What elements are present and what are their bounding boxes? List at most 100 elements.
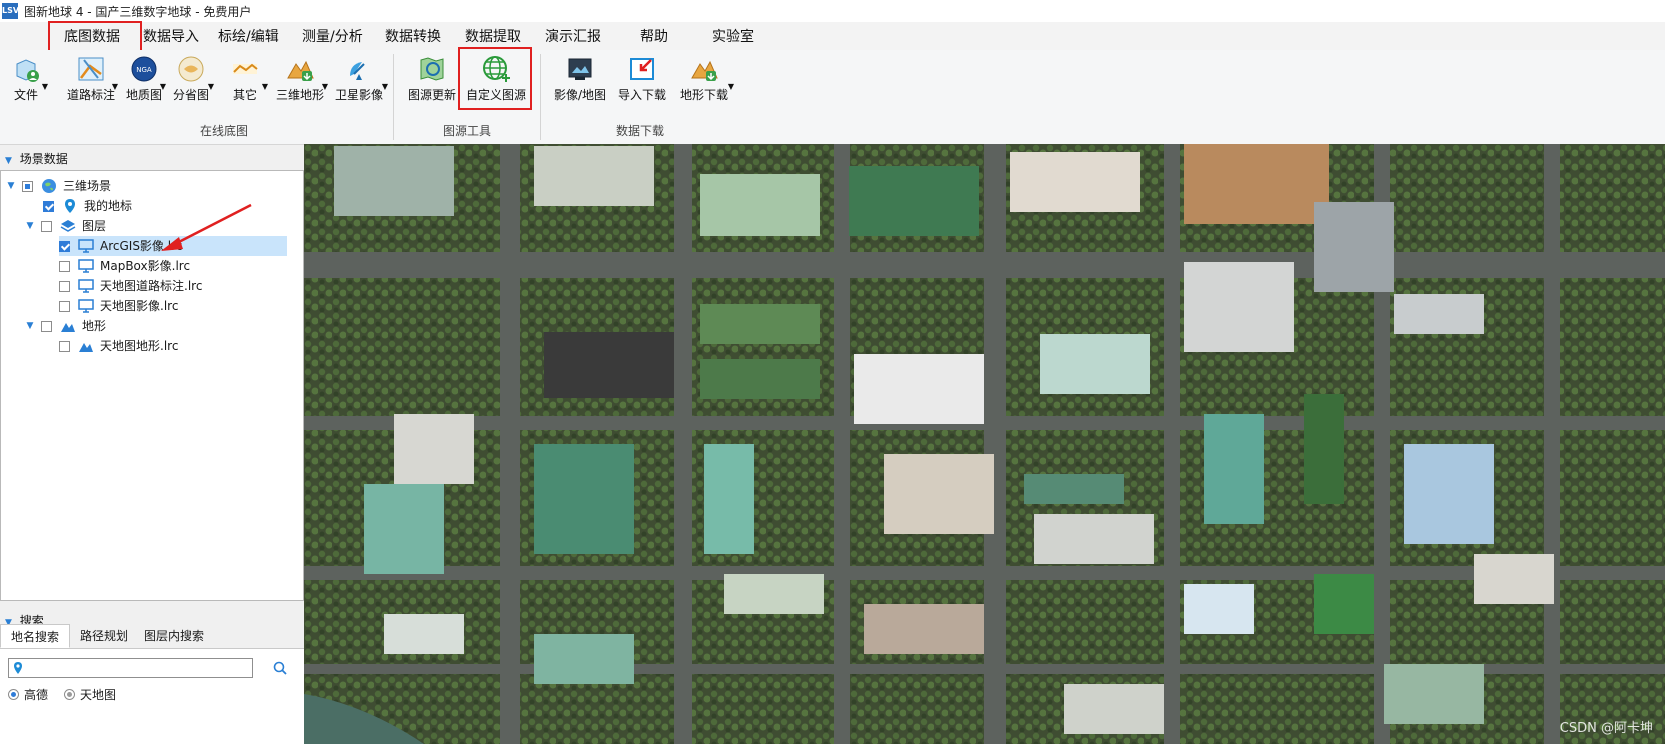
tree-label: 三维场景 bbox=[63, 179, 112, 193]
tree-item-terrain[interactable]: 天地图地形.lrc bbox=[59, 336, 178, 356]
provider-radio-gaode[interactable]: 高德 bbox=[8, 686, 48, 703]
custom-source-button[interactable]: 自定义图源 bbox=[464, 52, 528, 107]
satellite-icon bbox=[350, 62, 365, 80]
group-label-online-basemap: 在线底图 bbox=[200, 124, 249, 138]
tree-item-scene-root[interactable]: ▼ 三维场景 bbox=[6, 176, 111, 196]
terrain-3d-label: 三维地形 bbox=[275, 88, 324, 102]
menu-basemap-data[interactable]: 底图数据 bbox=[64, 26, 120, 48]
search-input[interactable] bbox=[8, 658, 253, 678]
tree-item-layers-group[interactable]: ▼ 图层 bbox=[25, 216, 106, 236]
map-viewport[interactable]: CSDN @阿卡坤 bbox=[304, 144, 1665, 744]
terrain-download-button[interactable]: 地形下载 ▼ bbox=[676, 52, 734, 107]
ribbon-toolbar: 文件 ▼ 道路标注 ▼ NGA 地质图 ▼ 分省图 ▼ 其它 ▼ 三维地形 ▼ … bbox=[0, 50, 1665, 145]
search-tabs: 地名搜索 路径规划 图层内搜索 bbox=[0, 624, 304, 649]
expand-icon[interactable]: ▼ bbox=[25, 316, 35, 336]
tree-label: 天地图地形.lrc bbox=[100, 339, 179, 353]
menu-help[interactable]: 帮助 bbox=[640, 26, 668, 48]
other-map-label: 其它 bbox=[232, 88, 257, 102]
menu-data-convert[interactable]: 数据转换 bbox=[385, 26, 441, 48]
tab-place-search[interactable]: 地名搜索 bbox=[0, 624, 71, 648]
geology-map-label: 地质图 bbox=[125, 88, 162, 102]
checkbox[interactable] bbox=[59, 300, 70, 312]
import-download-icon bbox=[630, 58, 654, 80]
globe-icon bbox=[42, 179, 56, 193]
map-refresh-button[interactable]: 图源更新 bbox=[406, 52, 458, 107]
checkbox[interactable] bbox=[59, 340, 70, 352]
image-map-label: 影像/地图 bbox=[553, 88, 607, 102]
expand-icon[interactable]: ▼ bbox=[25, 216, 35, 236]
road-annotation-label: 道路标注 bbox=[66, 88, 115, 102]
other-map-icon bbox=[233, 63, 258, 74]
collapse-icon: ▼ bbox=[5, 156, 12, 166]
tree-label: 天地图影像.lrc bbox=[100, 299, 179, 313]
tree-label: 天地图道路标注.lrc bbox=[100, 279, 203, 293]
checkbox[interactable] bbox=[59, 240, 70, 252]
tree-item-my-places[interactable]: 我的地标 bbox=[43, 196, 132, 216]
checkbox[interactable] bbox=[59, 260, 70, 272]
radio-button[interactable] bbox=[8, 689, 19, 700]
chevron-down-icon: ▼ bbox=[111, 82, 118, 91]
tab-route-planning[interactable]: 路径规划 bbox=[70, 624, 138, 648]
terrain-3d-button[interactable]: 三维地形 ▼ bbox=[274, 52, 328, 107]
provider-radio-tianditu[interactable]: 天地图 bbox=[64, 686, 116, 703]
scene-tree: ▼ 三维场景 我的地标 ▼ 图层 ArcGIS影像.lrc MapBox影像.l… bbox=[0, 170, 304, 601]
checkbox[interactable] bbox=[59, 280, 70, 292]
satellite-button[interactable]: 卫星影像 ▼ bbox=[332, 52, 388, 107]
tree-label: 我的地标 bbox=[84, 199, 133, 213]
scene-panel-header[interactable]: ▼ 场景数据 bbox=[5, 150, 68, 167]
search-icon[interactable] bbox=[273, 661, 287, 675]
custom-source-label: 自定义图源 bbox=[465, 88, 526, 102]
location-pin-icon bbox=[14, 662, 22, 674]
terrain-download-icon bbox=[691, 60, 718, 81]
checkbox[interactable] bbox=[22, 180, 33, 192]
watermark: CSDN @阿卡坤 bbox=[1559, 721, 1653, 736]
checkbox[interactable] bbox=[41, 320, 52, 332]
checkbox[interactable] bbox=[41, 220, 52, 232]
monitor-icon bbox=[78, 299, 94, 313]
chevron-down-icon: ▼ bbox=[321, 82, 328, 91]
monitor-icon bbox=[78, 239, 94, 253]
group-label-data-download: 数据下载 bbox=[616, 124, 665, 138]
checkbox[interactable] bbox=[43, 200, 54, 212]
annotation-arrow bbox=[161, 203, 252, 251]
expand-icon[interactable]: ▼ bbox=[6, 176, 16, 196]
title-bar: LSV 图新地球 4 - 国产三维数字地球 - 免费用户 bbox=[0, 0, 1665, 22]
road-annotation-button[interactable]: 道路标注 ▼ bbox=[66, 52, 118, 107]
menu-data-extract[interactable]: 数据提取 bbox=[465, 26, 521, 48]
radio-label: 高德 bbox=[24, 688, 49, 702]
menu-lab[interactable]: 实验室 bbox=[712, 26, 754, 48]
menu-measure-analysis[interactable]: 测量/分析 bbox=[302, 26, 363, 48]
app-logo-icon: LSV bbox=[2, 3, 19, 19]
geology-map-button[interactable]: NGA 地质图 ▼ bbox=[124, 52, 166, 107]
image-map-download-button[interactable]: 影像/地图 bbox=[552, 52, 608, 107]
monitor-icon bbox=[78, 279, 94, 293]
layers-icon bbox=[60, 220, 76, 232]
menu-data-import[interactable]: 数据导入 bbox=[143, 26, 199, 48]
menu-presentation[interactable]: 演示汇报 bbox=[545, 26, 601, 48]
import-download-label: 导入下载 bbox=[617, 88, 666, 102]
tree-item-layer[interactable]: 天地图影像.lrc bbox=[59, 296, 178, 316]
radio-label: 天地图 bbox=[80, 688, 117, 702]
chevron-down-icon: ▼ bbox=[159, 82, 166, 91]
image-map-icon bbox=[568, 58, 592, 80]
menu-plot-edit[interactable]: 标绘/编辑 bbox=[218, 26, 279, 48]
chevron-down-icon: ▼ bbox=[41, 82, 48, 91]
radio-button[interactable] bbox=[64, 689, 75, 700]
tree-label: 地形 bbox=[82, 319, 107, 333]
tree-item-terrain-group[interactable]: ▼ 地形 bbox=[25, 316, 106, 336]
other-map-button[interactable]: 其它 ▼ bbox=[224, 52, 268, 107]
chevron-down-icon: ▼ bbox=[207, 82, 214, 91]
satellite-imagery bbox=[304, 144, 1665, 744]
province-map-button[interactable]: 分省图 ▼ bbox=[170, 52, 214, 107]
svg-text:NGA: NGA bbox=[136, 66, 152, 74]
geology-map-icon: NGA bbox=[131, 56, 157, 82]
import-download-button[interactable]: 导入下载 bbox=[616, 52, 668, 107]
tree-label: 图层 bbox=[82, 219, 107, 233]
tree-item-layer[interactable]: 天地图道路标注.lrc bbox=[59, 276, 202, 296]
map-refresh-label: 图源更新 bbox=[407, 88, 456, 102]
terrain-icon bbox=[79, 343, 93, 352]
file-button[interactable]: 文件 ▼ bbox=[6, 52, 48, 107]
tab-layer-search[interactable]: 图层内搜索 bbox=[134, 624, 214, 648]
chevron-down-icon: ▼ bbox=[261, 82, 268, 91]
terrain-download-label: 地形下载 bbox=[679, 88, 728, 102]
